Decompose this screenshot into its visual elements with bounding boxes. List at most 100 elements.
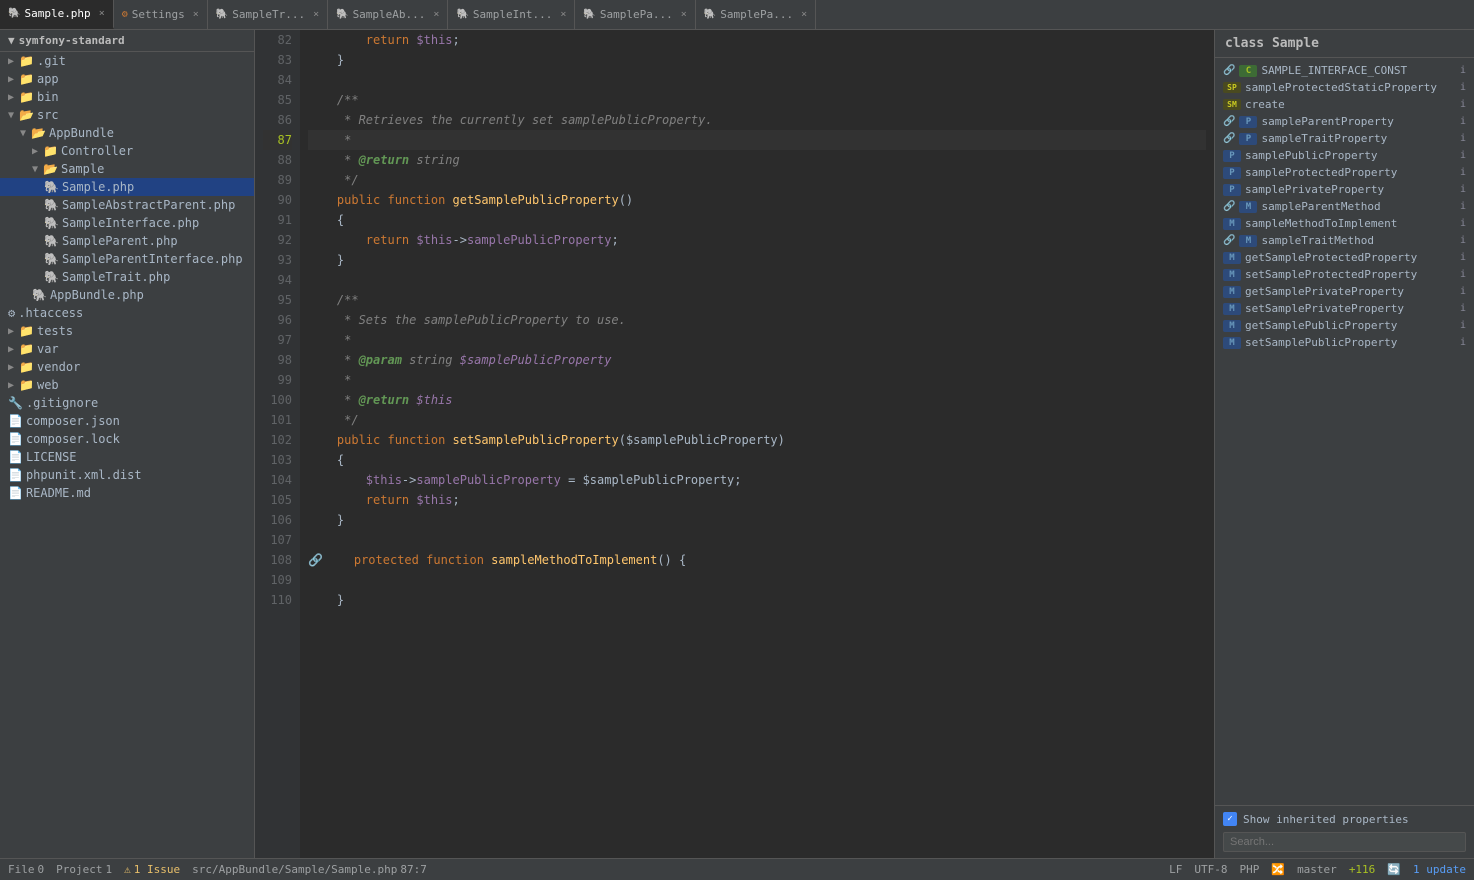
status-updates[interactable]: 1 update [1413,863,1466,876]
status-vcs-branch[interactable]: master [1297,863,1337,876]
sidebar-item-license[interactable]: 📄 LICENSE [0,448,254,466]
status-file[interactable]: File 0 [8,863,44,876]
status-lang[interactable]: PHP [1239,863,1259,876]
code-container[interactable]: 82 83 84 85 86 87 88 89 90 91 92 93 94 9… [255,30,1214,858]
sidebar-item-label: SampleParentInterface.php [62,252,243,266]
structure-item-m-implement[interactable]: M sampleMethodToImplement i [1215,215,1474,232]
sidebar-item-controller[interactable]: ▶ 📁 Controller [0,142,254,160]
sidebar-item-vendor[interactable]: ▶ 📁 vendor [0,358,254,376]
status-project[interactable]: Project 1 [56,863,112,876]
structure-item-p-protected[interactable]: P sampleProtectedProperty i [1215,164,1474,181]
sidebar-item-gitignore[interactable]: 🔧 .gitignore [0,394,254,412]
sidebar-item-bin[interactable]: ▶ 📁 bin [0,88,254,106]
structure-item-const[interactable]: 🔗 C SAMPLE_INTERFACE_CONST i [1215,62,1474,79]
struct-info: i [1460,167,1466,178]
sidebar-item-sampleparentinterface[interactable]: 🐘 SampleParentInterface.php [0,250,254,268]
sidebar-item-sampletrait[interactable]: 🐘 SampleTrait.php [0,268,254,286]
tab-close-button[interactable]: × [560,9,566,20]
structure-item-p-trait[interactable]: 🔗 P sampleTraitProperty i [1215,130,1474,147]
sidebar-item-sampleparent[interactable]: 🐘 SampleParent.php [0,232,254,250]
sidebar-item-readme[interactable]: 📄 README.md [0,484,254,502]
sidebar-item-htaccess[interactable]: ⚙ .htaccess [0,304,254,322]
struct-label: sampleTraitMethod [1261,234,1456,247]
status-vcs-changes[interactable]: +116 [1349,863,1376,876]
struct-info: i [1460,184,1466,195]
structure-item-m-setprivate[interactable]: M setSamplePrivateProperty i [1215,300,1474,317]
sidebar-item-var[interactable]: ▶ 📁 var [0,340,254,358]
tab-sample-php[interactable]: 🐘 Sample.php × [0,0,114,29]
tab-sampleabstract[interactable]: 🐘 SampleAb... × [328,0,448,29]
collapse-arrow: ▶ [8,380,14,391]
code-line-106: } [308,510,1206,530]
sidebar-item-composer-lock[interactable]: 📄 composer.lock [0,430,254,448]
structure-item-sp[interactable]: SP sampleProtectedStaticProperty i [1215,79,1474,96]
sidebar-item-app[interactable]: ▶ 📁 app [0,70,254,88]
code-editor[interactable]: return $this; } /** * Retrieves the curr… [300,30,1214,858]
tab-close-button[interactable]: × [681,9,687,20]
collapse-arrow: ▼ [32,164,38,175]
structure-item-m-setprotected[interactable]: M setSampleProtectedProperty i [1215,266,1474,283]
structure-item-sm[interactable]: SM create i [1215,96,1474,113]
structure-item-m-getprivate[interactable]: M getSamplePrivateProperty i [1215,283,1474,300]
tab-close-button[interactable]: × [99,8,105,19]
status-encoding[interactable]: UTF-8 [1194,863,1227,876]
status-file-label: File [8,863,35,876]
struct-info: i [1460,82,1466,93]
sidebar-item-appbundle-php[interactable]: 🐘 AppBundle.php [0,286,254,304]
structure-item-p-public[interactable]: P samplePublicProperty i [1215,147,1474,164]
structure-item-m-getprotected[interactable]: M getSampleProtectedProperty i [1215,249,1474,266]
tab-close-button[interactable]: × [193,9,199,20]
show-inherited-checkbox[interactable] [1223,812,1237,826]
structure-search-input[interactable] [1223,832,1466,852]
struct-badge-SP: SP [1223,82,1241,93]
tab-sampletrait[interactable]: 🐘 SampleTr... × [208,0,328,29]
sidebar-item-label: src [37,108,59,122]
collapse-arrow: ▶ [8,92,14,103]
structure-item-m-parent[interactable]: 🔗 M sampleParentMethod i [1215,198,1474,215]
code-line-84 [308,70,1206,90]
right-panel-title: class Sample [1215,30,1474,58]
tab-sampleparent1[interactable]: 🐘 SamplePa... × [575,0,695,29]
php-file-icon: 🐘 [44,234,59,248]
code-line-89: */ [308,170,1206,190]
tab-close-button[interactable]: × [313,9,319,20]
structure-item-m-getpublic[interactable]: M getSamplePublicProperty i [1215,317,1474,334]
tab-label: SampleAb... [353,8,426,21]
php-file-icon: 🐘 [32,288,47,302]
tab-settings[interactable]: ⚙ Settings × [114,0,208,29]
code-line-86: * Retrieves the currently set samplePubl… [308,110,1206,130]
status-position: 87:7 [400,863,427,876]
show-inherited-row[interactable]: Show inherited properties [1223,812,1466,826]
php-file-icon: 🐘 [704,9,716,20]
struct-badge-C: C [1239,65,1257,77]
line-num-100: 100 [263,390,292,410]
sidebar-item-sampleinterface[interactable]: 🐘 SampleInterface.php [0,214,254,232]
structure-item-p-parent[interactable]: 🔗 P sampleParentProperty i [1215,113,1474,130]
structure-item-p-private[interactable]: P samplePrivateProperty i [1215,181,1474,198]
struct-badge-M: M [1223,269,1241,281]
sidebar-item-sample-php[interactable]: 🐘 Sample.php [0,178,254,196]
tab-close-button[interactable]: × [433,9,439,20]
collapse-arrow: ▶ [8,326,14,337]
sidebar-item-phpunit[interactable]: 📄 phpunit.xml.dist [0,466,254,484]
status-issues[interactable]: ⚠ 1 Issue [124,863,180,876]
status-line-ending[interactable]: LF [1169,863,1182,876]
sidebar-item-sampleabstractparent[interactable]: 🐘 SampleAbstractParent.php [0,196,254,214]
sidebar-item-tests[interactable]: ▶ 📁 tests [0,322,254,340]
sidebar-item-web[interactable]: ▶ 📁 web [0,376,254,394]
structure-item-m-trait[interactable]: 🔗 M sampleTraitMethod i [1215,232,1474,249]
tab-sampleparent2[interactable]: 🐘 SamplePa... × [696,0,816,29]
line-num-101: 101 [263,410,292,430]
sidebar-item-sample-folder[interactable]: ▼ 📂 Sample [0,160,254,178]
struct-label: samplePrivateProperty [1245,183,1456,196]
struct-info: i [1460,150,1466,161]
structure-item-m-setpublic[interactable]: M setSamplePublicProperty i [1215,334,1474,351]
sidebar-item-appbundle[interactable]: ▼ 📂 AppBundle [0,124,254,142]
tab-close-button[interactable]: × [801,9,807,20]
tab-sampleinterface[interactable]: 🐘 SampleInt... × [448,0,575,29]
sidebar-item-src[interactable]: ▼ 📂 src [0,106,254,124]
sidebar-item-composer-json[interactable]: 📄 composer.json [0,412,254,430]
status-path: src/AppBundle/Sample/Sample.php [192,863,397,876]
show-inherited-label: Show inherited properties [1243,813,1409,826]
sidebar-item-git[interactable]: ▶ 📁 .git [0,52,254,70]
